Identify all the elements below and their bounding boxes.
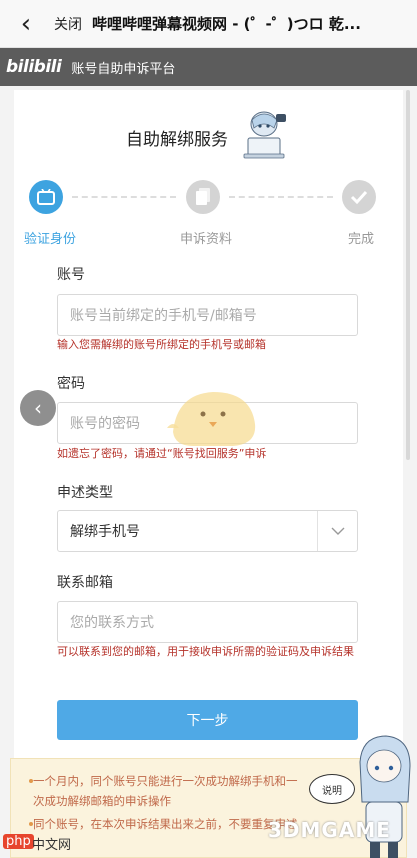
header-title: 账号自助申诉平台 [71, 61, 176, 77]
email-input[interactable]: 您的联系方式 [57, 601, 358, 643]
step-complete [342, 180, 376, 214]
back-button[interactable]: ‹ [8, 0, 44, 48]
chevron-left-icon: ‹ [34, 396, 42, 420]
appeal-type-select[interactable]: 解绑手机号 [57, 510, 358, 552]
step-label: 申诉资料 [180, 232, 233, 247]
account-input[interactable]: 账号当前绑定的手机号/邮箱号 [57, 294, 358, 336]
app-header: bilibili 账号自助申诉平台 [0, 48, 417, 86]
next-step-button[interactable]: 下一步 [57, 700, 358, 740]
password-label: 密码 [57, 376, 85, 392]
step-connector [72, 196, 176, 198]
service-title: 自助解绑服务 [126, 130, 228, 150]
side-back-button[interactable]: ‹ [20, 390, 56, 426]
scrollbar[interactable] [406, 90, 410, 460]
step-connector [229, 196, 333, 198]
watermark-3dmgame: 3DMGAME [268, 818, 391, 842]
chick-mascot-icon [167, 392, 256, 446]
page-title-bar: 哔哩哔哩弹幕视频网 - (゜-゜)つロ 乾... [92, 15, 361, 33]
step-label: 完成 [348, 232, 375, 247]
bilibili-logo[interactable]: bilibili [6, 57, 62, 77]
notice-item: 一个月内，同个账号只能进行一次成功解绑手机和一次成功解绑邮箱的申诉操作 [29, 771, 303, 811]
mascot-laptop-icon [243, 111, 286, 159]
step-label: 验证身份 [24, 232, 77, 247]
close-button[interactable]: 关闭 [54, 14, 82, 34]
watermark-php: php [3, 834, 34, 849]
watermark-cn: 中文网 [32, 838, 72, 853]
account-label: 账号 [57, 267, 85, 283]
email-label: 联系邮箱 [57, 575, 113, 591]
bullet-icon [29, 779, 33, 783]
appeal-type-label: 申述类型 [57, 485, 113, 501]
step-appeal-info [186, 180, 220, 214]
chevron-down-icon [331, 527, 344, 535]
mascot-speech-bubble: 说明 [309, 774, 355, 804]
notice-item: 同个账号，在本次申诉结果出来之前，不要重复申述 [29, 814, 303, 834]
browser-top-bar: ‹ 关闭 哔哩哔哩弹幕视频网 - (゜-゜)つロ 乾... [0, 0, 417, 48]
bullet-icon [29, 822, 33, 826]
chevron-left-icon: ‹ [20, 8, 32, 39]
dropdown-arrow[interactable] [317, 511, 357, 551]
appeal-type-value: 解绑手机号 [70, 524, 140, 540]
email-hint: 可以联系到您的邮箱，用于接收申诉所需的验证码及申诉结果 [57, 645, 354, 658]
checkmark-icon [350, 190, 368, 204]
tv-icon [37, 189, 55, 205]
account-hint: 输入您需解绑的账号所绑定的手机号或邮箱 [57, 338, 266, 351]
documents-icon [196, 188, 210, 205]
step-verify-identity [29, 180, 63, 214]
